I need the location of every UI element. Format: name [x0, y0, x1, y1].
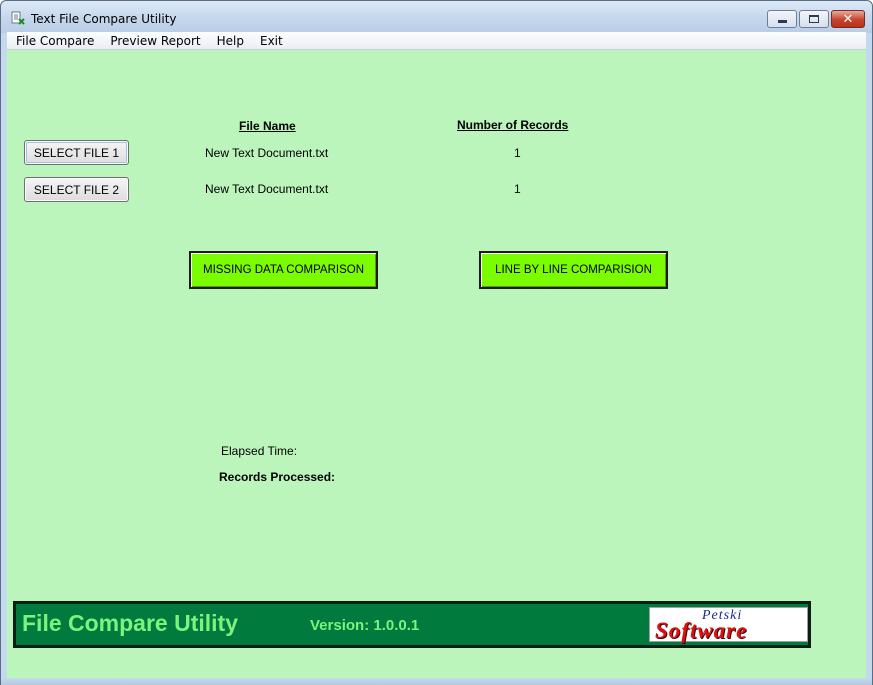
client-area: SELECT FILE 1 SELECT FILE 2 File Name Nu…	[7, 50, 866, 678]
version-label: Version: 1.0.0.1	[310, 617, 420, 634]
footer-banner: File Compare Utility Version: 1.0.0.1 Pe…	[13, 601, 811, 648]
app-icon	[11, 11, 25, 25]
petski-software-logo: Petski Software	[649, 607, 808, 643]
file-2-records: 1	[514, 182, 521, 196]
file-2-name: New Text Document.txt	[205, 182, 329, 196]
logo-main-text: Software	[655, 618, 748, 643]
select-file-2-button[interactable]: SELECT FILE 2	[24, 177, 129, 202]
title-bar[interactable]: Text File Compare Utility ✕	[1, 1, 872, 33]
file-1-records: 1	[514, 146, 521, 160]
menu-bar: File Compare Preview Report Help Exit	[7, 32, 866, 50]
app-window: Text File Compare Utility ✕ File Compare…	[0, 0, 873, 685]
minimize-icon	[777, 20, 787, 23]
menu-exit[interactable]: Exit	[251, 34, 290, 48]
maximize-icon	[809, 15, 819, 23]
file-name-header: File Name	[239, 119, 296, 133]
window-bottom-border	[1, 678, 872, 685]
menu-preview-report[interactable]: Preview Report	[101, 34, 207, 48]
file-1-name: New Text Document.txt	[205, 146, 329, 160]
maximize-button[interactable]	[799, 10, 829, 28]
minimize-button[interactable]	[767, 10, 797, 28]
records-processed-label: Records Processed:	[219, 470, 336, 484]
menu-help[interactable]: Help	[208, 34, 251, 48]
line-by-line-comparison-button[interactable]: LINE BY LINE COMPARISION	[479, 251, 668, 289]
footer-title: File Compare Utility	[22, 610, 238, 636]
window-title: Text File Compare Utility	[31, 12, 177, 26]
elapsed-time-label: Elapsed Time:	[221, 444, 298, 458]
number-of-records-header: Number of Records	[457, 118, 569, 132]
missing-data-comparison-button[interactable]: MISSING DATA COMPARISON	[189, 251, 378, 289]
close-icon: ✕	[842, 11, 854, 27]
menu-file-compare[interactable]: File Compare	[7, 34, 101, 48]
close-button[interactable]: ✕	[831, 10, 865, 28]
select-file-1-button[interactable]: SELECT FILE 1	[24, 140, 129, 165]
